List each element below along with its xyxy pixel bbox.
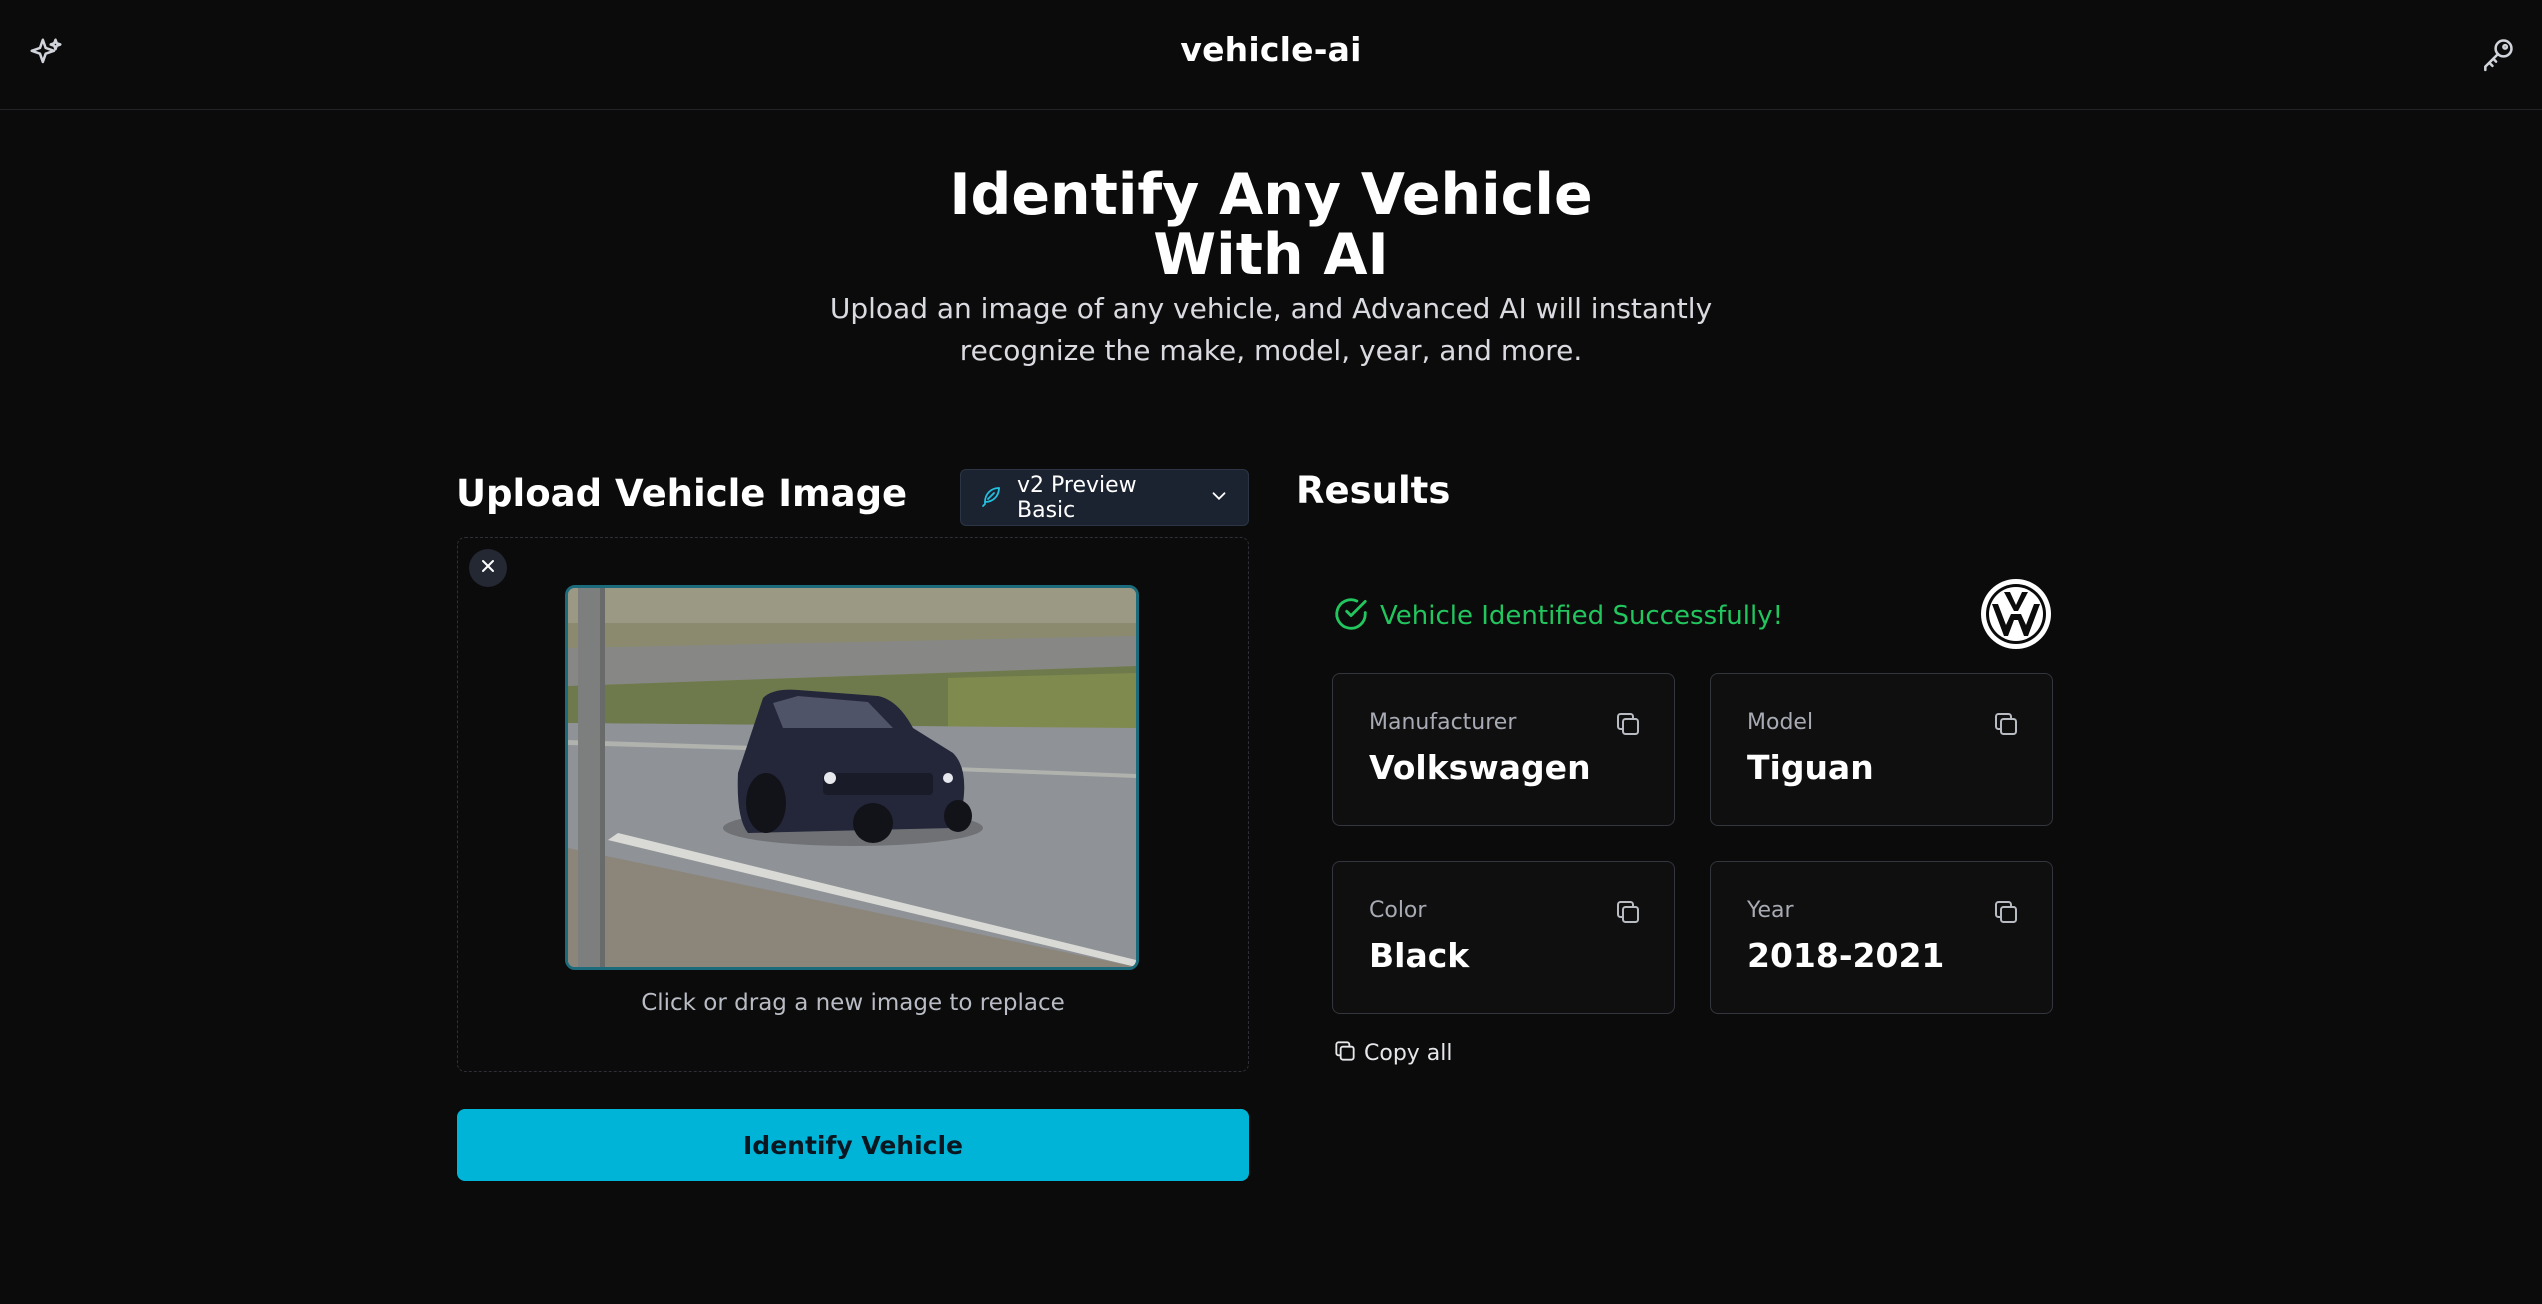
hero-subtitle: Upload an image of any vehicle, and Adva… [829,292,1713,367]
result-label: Color [1369,898,1427,923]
copy-all-label: Copy all [1364,1040,1453,1066]
copy-icon [1332,1038,1358,1068]
check-circle-icon [1332,595,1370,637]
model-select[interactable]: v2 Preview Basic [960,469,1249,526]
chevron-down-icon [1208,485,1230,511]
copy-all-button[interactable]: Copy all [1332,1038,1453,1068]
feather-icon [979,484,1003,512]
result-value: 2018-2021 [1747,936,1945,975]
result-card-model: Model Tiguan [1710,673,2053,826]
results-title: Results [1296,469,1451,512]
uploaded-vehicle-image [565,585,1139,970]
result-value: Tiguan [1747,748,1874,787]
hero-title-line1: Identify Any Vehicle [949,162,1593,228]
close-icon [478,556,498,580]
result-label: Year [1747,898,1794,923]
result-card-manufacturer: Manufacturer Volkswagen [1332,673,1675,826]
key-icon[interactable] [2474,30,2522,78]
app-brand: vehicle-ai [1180,30,1362,69]
vehicle-photo [568,588,1136,967]
copy-icon[interactable] [1991,709,2021,739]
copy-icon[interactable] [1991,897,2021,927]
top-bar: vehicle-ai [0,0,2542,110]
result-label: Model [1747,710,1814,735]
identification-status: Vehicle Identified Successfully! [1332,595,1783,637]
model-select-value: v2 Preview Basic [1017,472,1137,523]
volkswagen-logo [1980,578,2052,650]
hero-title: Identify Any Vehicle With AI [0,165,2542,285]
hero-title-line2: With AI [1153,222,1389,288]
result-card-year: Year 2018-2021 [1710,861,2053,1014]
status-text: Vehicle Identified Successfully! [1380,601,1783,631]
result-label: Manufacturer [1369,710,1517,735]
result-card-color: Color Black [1332,861,1675,1014]
replace-image-hint: Click or drag a new image to replace [641,990,1065,1016]
copy-icon[interactable] [1613,709,1643,739]
copy-icon[interactable] [1613,897,1643,927]
result-value: Volkswagen [1369,748,1591,787]
upload-title: Upload Vehicle Image [456,472,908,515]
result-value: Black [1369,936,1470,975]
identify-vehicle-button[interactable]: Identify Vehicle [457,1109,1249,1181]
remove-image-button[interactable] [469,549,507,587]
